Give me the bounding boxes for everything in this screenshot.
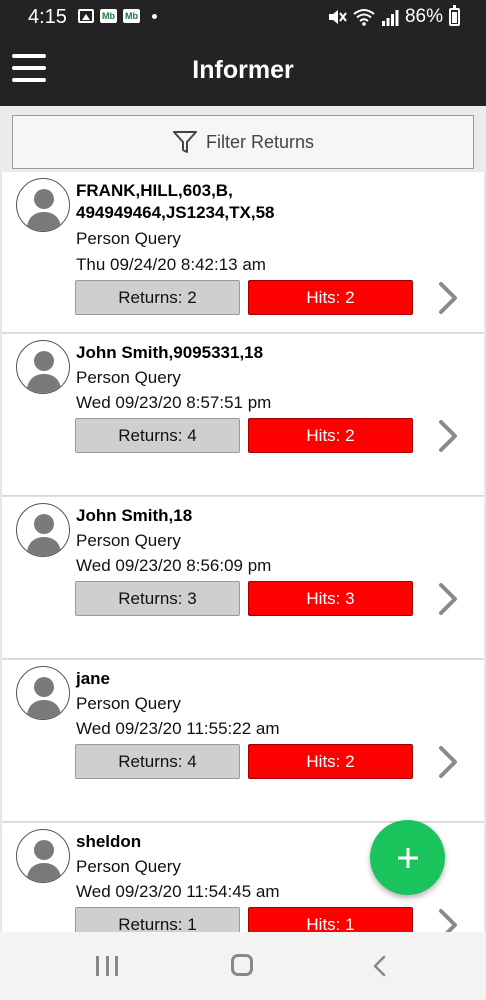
chevron-right-icon[interactable] [436,744,460,780]
signal-icon [381,10,399,26]
person-avatar-icon [16,340,70,394]
query-title: sheldon [76,832,142,851]
filter-label: Filter Returns [205,131,315,152]
battery-percent: 86% [404,6,443,27]
returns-button[interactable]: Returns: 3 [75,581,240,616]
query-date: Wed 09/23/20 11:54:45 am [76,882,280,901]
mute-icon [328,10,347,24]
filter-returns-button[interactable]: Filter Returns [12,115,474,169]
recents-icon[interactable] [96,956,118,976]
query-type: Person Query [76,857,181,876]
hits-button[interactable]: Hits: 2 [248,744,413,779]
query-type: Person Query [76,368,181,387]
person-avatar-icon [16,666,70,720]
mb-icon: Mb [123,9,140,23]
status-bar: 4:15 Mb Mb 86% [0,0,486,34]
query-title: John Smith,18 [76,506,193,525]
app-title: Informer [192,56,294,84]
query-date: Wed 09/23/20 11:55:22 am [76,719,280,738]
system-nav-bar [0,932,486,1000]
query-title: FRANK,HILL,603,B, 494949464,JS1234,TX,58 [76,181,275,222]
query-type: Person Query [76,694,181,713]
query-title: John Smith,9095331,18 [76,343,264,362]
battery-icon [449,5,460,26]
home-icon[interactable] [231,954,253,976]
person-avatar-icon [16,178,70,232]
mb-icon: Mb [100,9,117,23]
query-title: jane [76,669,111,688]
add-query-button[interactable] [370,820,445,895]
returns-button[interactable]: Returns: 2 [75,280,240,315]
gallery-icon [78,9,94,23]
person-avatar-icon [16,829,70,883]
hits-button[interactable]: Hits: 3 [248,581,413,616]
app-bar: Informer [0,34,486,106]
notification-icons: Mb Mb [78,9,157,23]
query-date: Thu 09/24/20 8:42:13 am [76,255,266,274]
filter-icon [172,131,197,153]
chevron-right-icon[interactable] [436,280,460,316]
returns-button[interactable]: Returns: 4 [75,744,240,779]
hits-button[interactable]: Hits: 2 [248,280,413,315]
query-date: Wed 09/23/20 8:57:51 pm [76,393,272,412]
back-icon[interactable] [370,954,390,978]
status-right: 86% [327,5,460,28]
returns-button[interactable]: Returns: 4 [75,418,240,453]
dot-icon [152,13,157,19]
query-card[interactable]: jane Person Query Wed 09/23/20 11:55:22 … [2,660,484,821]
query-card[interactable]: FRANK,HILL,603,B, 494949464,JS1234,TX,58… [2,172,484,332]
query-type: Person Query [76,531,181,550]
status-time: 4:15 [28,6,67,28]
hits-button[interactable]: Hits: 2 [248,418,413,453]
chevron-right-icon[interactable] [436,418,460,454]
wifi-icon [353,9,375,26]
query-card[interactable]: John Smith,9095331,18 Person Query Wed 0… [2,334,484,495]
person-avatar-icon [16,503,70,557]
query-card[interactable]: John Smith,18 Person Query Wed 09/23/20 … [2,497,484,658]
query-date: Wed 09/23/20 8:56:09 pm [76,556,272,575]
plus-icon [397,847,418,868]
query-type: Person Query [76,229,181,248]
chevron-right-icon[interactable] [436,581,460,617]
